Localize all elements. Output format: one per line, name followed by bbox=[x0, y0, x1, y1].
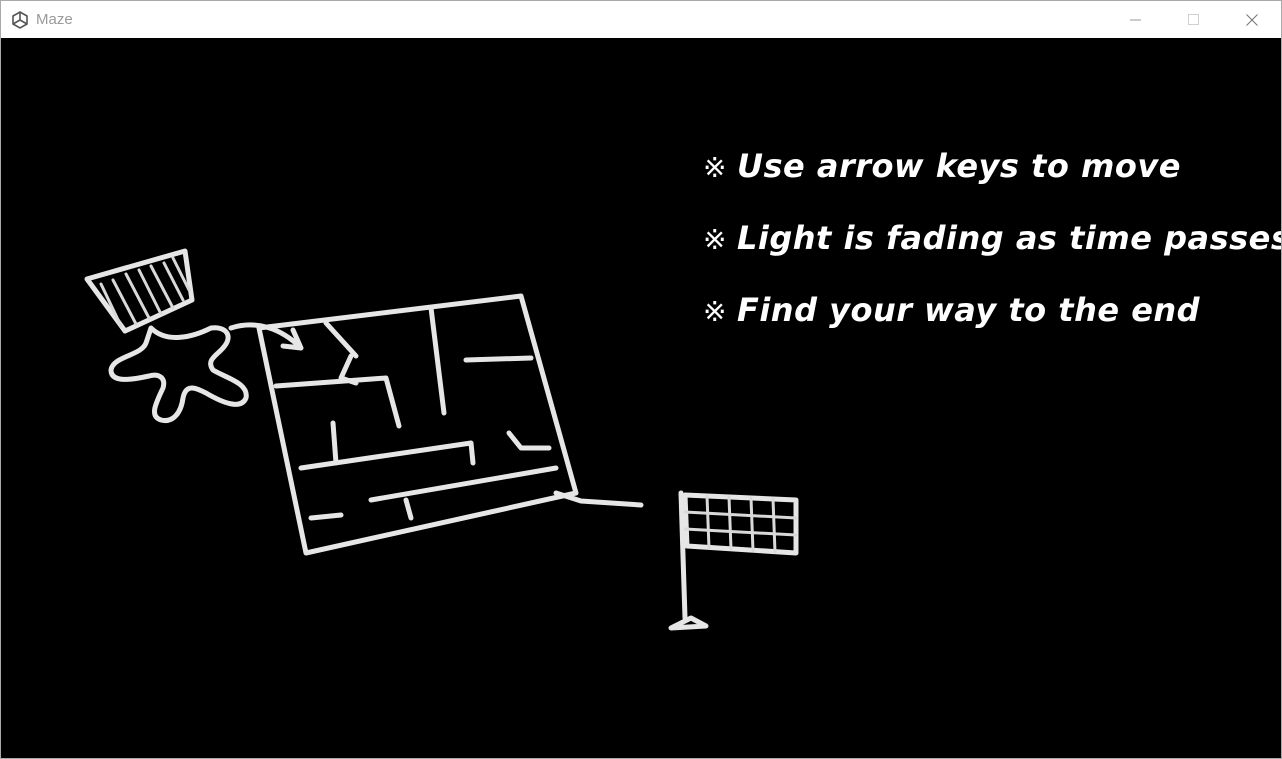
window-title: Maze bbox=[36, 11, 73, 28]
close-button[interactable] bbox=[1223, 1, 1281, 38]
flag-pattern bbox=[683, 494, 798, 554]
bullet-mark: ※ bbox=[703, 223, 727, 256]
unity-icon bbox=[11, 10, 29, 29]
instruction-item: ※ Find your way to the end bbox=[703, 284, 1281, 356]
maximize-button[interactable] bbox=[1165, 1, 1223, 38]
instruction-item: ※ Use arrow keys to move bbox=[703, 140, 1281, 212]
goal-flag bbox=[668, 490, 799, 631]
bullet-mark: ※ bbox=[703, 295, 727, 328]
instructions-list: ※ Use arrow keys to move ※ Light is fading… bbox=[703, 140, 1282, 356]
player-body bbox=[108, 325, 249, 424]
bullet-mark: ※ bbox=[703, 151, 727, 184]
instruction-item: ※ Light is fading as time passes bbox=[703, 212, 1282, 284]
title-bar[interactable]: Maze bbox=[1, 1, 1281, 38]
maximize-icon bbox=[1188, 13, 1199, 25]
flag-cloth bbox=[682, 492, 799, 556]
instruction-text: Use arrow keys to move bbox=[736, 147, 1181, 185]
maze-inner-walls bbox=[273, 305, 644, 521]
minimize-icon bbox=[1130, 19, 1141, 20]
player-figure bbox=[84, 248, 249, 424]
instruction-text: Light is fading as time passes bbox=[736, 219, 1282, 257]
maze-drawing bbox=[256, 293, 644, 556]
close-icon bbox=[1246, 13, 1258, 26]
window-controls bbox=[1107, 1, 1281, 38]
game-window: Maze ※ Use arrow keys to move ※ Light is… bbox=[0, 0, 1282, 759]
game-canvas[interactable]: ※ Use arrow keys to move ※ Light is fading… bbox=[1, 38, 1281, 758]
maze-outer-wall bbox=[256, 293, 579, 556]
instruction-text: Find your way to the end bbox=[736, 291, 1201, 329]
minimize-button[interactable] bbox=[1107, 1, 1165, 38]
